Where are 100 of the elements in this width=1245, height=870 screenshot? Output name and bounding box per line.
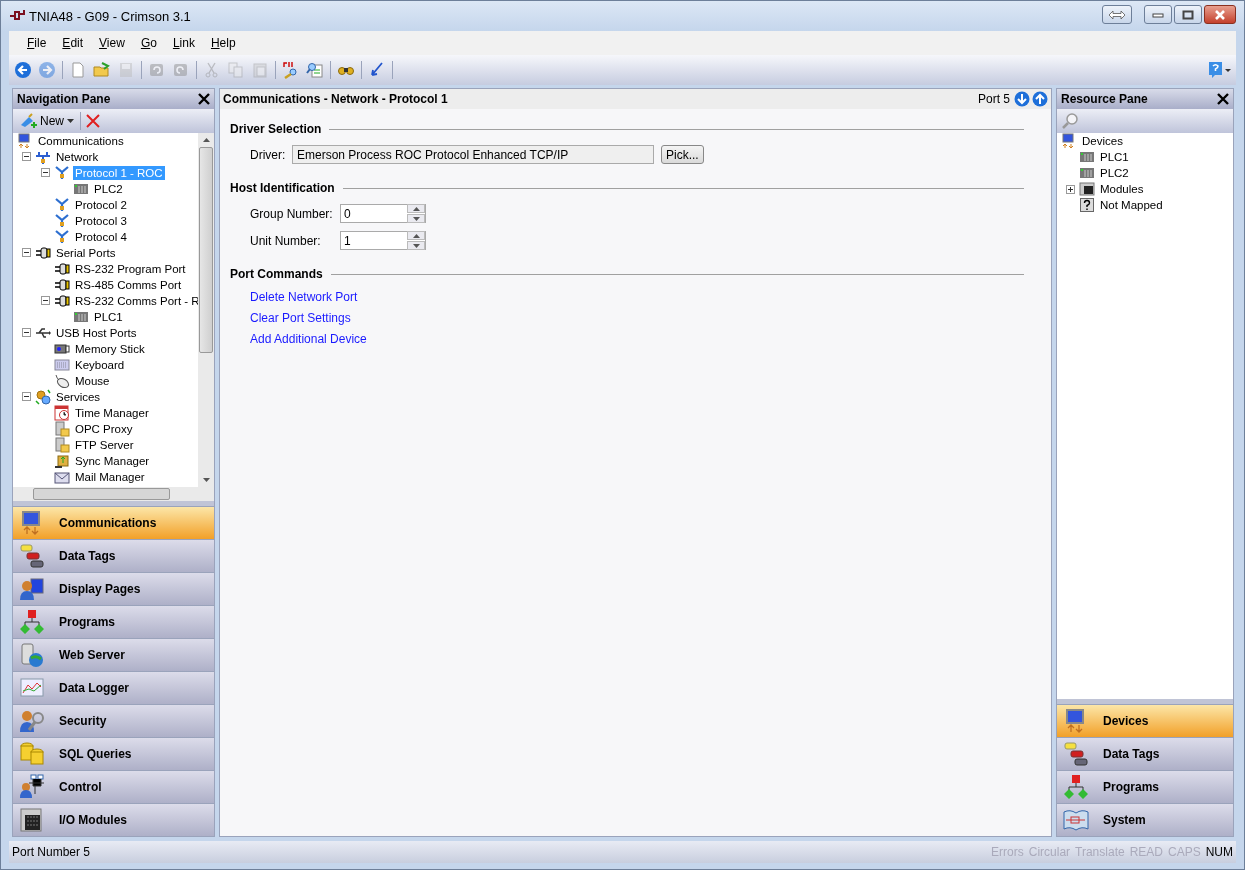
section-button[interactable]: Web Server [13, 638, 214, 671]
tree-item[interactable]: PLC2 [1098, 166, 1131, 180]
command-link[interactable]: Add Additional Device [250, 331, 367, 346]
collapse-icon[interactable] [22, 248, 31, 258]
delete-icon[interactable] [85, 112, 101, 129]
tree-item[interactable]: Network [54, 149, 101, 164]
section-button[interactable]: SQL Queries [13, 737, 214, 770]
menu-item[interactable]: File [19, 36, 55, 50]
command-link[interactable]: Delete Network Port [250, 289, 358, 304]
server-icon [54, 420, 70, 437]
vertical-scrollbar[interactable] [198, 132, 214, 488]
expand-icon[interactable] [1066, 184, 1075, 194]
breadcrumb: Communications - Network - Protocol 1 [223, 92, 448, 106]
find-icon[interactable] [306, 61, 324, 79]
book-icon [1063, 807, 1089, 833]
open-folder-icon[interactable] [93, 61, 111, 79]
serial-plug-icon [35, 244, 51, 261]
collapse-icon[interactable] [41, 296, 50, 306]
back-icon[interactable] [14, 61, 32, 79]
tree-item[interactable]: Time Manager [73, 405, 151, 420]
close-icon [1214, 9, 1226, 20]
menu-item[interactable]: Edit [54, 36, 92, 50]
tree-item[interactable]: Sync Manager [73, 453, 152, 468]
resize-button[interactable] [1102, 5, 1132, 24]
section-button[interactable]: I/O Modules [13, 803, 214, 836]
tree-item[interactable]: USB Host Ports [54, 325, 139, 340]
tree-item[interactable]: Communications [36, 133, 126, 148]
status-indicator: NUM [1205, 845, 1233, 859]
tree-item[interactable]: Keyboard [73, 357, 127, 372]
collapse-icon[interactable] [22, 328, 31, 338]
tree-item[interactable]: Mouse [73, 373, 112, 388]
tree-item[interactable]: Protocol 4 [73, 229, 129, 244]
close-icon[interactable] [1217, 93, 1229, 105]
person-screen-icon [19, 576, 45, 602]
search-icon[interactable] [1061, 112, 1079, 130]
tree-item[interactable]: Mail Manager [73, 469, 147, 484]
collapse-icon[interactable] [41, 168, 50, 178]
collapse-icon[interactable] [22, 392, 31, 402]
section-heading: Driver Selection [230, 122, 322, 136]
status-text: Port Number 5 [12, 845, 91, 859]
section-button[interactable]: Programs [1057, 770, 1233, 803]
tree-item[interactable]: RS-232 Program Port [73, 261, 188, 276]
maximize-button[interactable] [1174, 5, 1202, 24]
section-button[interactable]: Data Logger [13, 671, 214, 704]
section-button[interactable]: Devices [1057, 704, 1233, 737]
pane-title: Navigation Pane [17, 91, 111, 106]
scroll-down-icon[interactable] [202, 478, 210, 483]
menu-item[interactable]: Link [164, 36, 203, 50]
connector-icon [54, 164, 70, 181]
section-button[interactable]: System [1057, 803, 1233, 836]
menu-item[interactable]: View [91, 36, 133, 50]
section-button[interactable]: Communications [13, 506, 214, 539]
question-icon [1079, 197, 1095, 213]
section-button[interactable]: Data Tags [13, 539, 214, 572]
section-heading: Host Identification [230, 181, 335, 195]
horizontal-scrollbar[interactable] [13, 487, 214, 502]
up-arrow-icon[interactable] [1032, 91, 1048, 107]
scroll-up-icon[interactable] [202, 137, 210, 142]
section-button[interactable]: Display Pages [13, 572, 214, 605]
tree-item[interactable]: Serial Ports [54, 245, 118, 260]
module-icon [19, 807, 45, 833]
pick-button[interactable]: Pick... [661, 145, 704, 164]
number-spinner[interactable]: 1 [340, 231, 426, 250]
connector-icon [54, 228, 70, 245]
tree-item[interactable]: Protocol 3 [73, 213, 129, 228]
tree-item[interactable]: PLC2 [92, 181, 125, 196]
help-icon[interactable] [1208, 61, 1232, 79]
close-icon[interactable] [198, 92, 210, 105]
number-spinner[interactable]: 0 [340, 204, 426, 223]
server-globe-icon [19, 642, 45, 668]
find-all-icon[interactable] [282, 61, 300, 79]
serial-plug-icon [54, 292, 70, 309]
tree-item[interactable]: Protocol 2 [73, 197, 129, 212]
collapse-icon[interactable] [22, 152, 31, 162]
module-icon [1079, 181, 1095, 197]
down-arrow-icon[interactable] [1014, 91, 1030, 107]
tree-item[interactable]: Modules [1098, 182, 1146, 196]
section-button[interactable]: Security [13, 704, 214, 737]
tree-item[interactable]: FTP Server [73, 437, 136, 452]
menu-item[interactable]: Help [202, 36, 244, 50]
close-button[interactable] [1204, 5, 1236, 24]
connector-icon [54, 196, 70, 213]
database-icon [19, 741, 45, 767]
status-indicator: CAPS [1168, 845, 1201, 859]
section-button[interactable]: Data Tags [1057, 737, 1233, 770]
tree-item[interactable]: Services [54, 389, 103, 404]
minimize-button[interactable] [1144, 5, 1172, 24]
status-indicator: Errors [991, 845, 1024, 859]
tree-item[interactable]: PLC1 [1098, 150, 1131, 164]
tree-item[interactable]: Memory Stick [73, 341, 147, 356]
tree-item[interactable]: PLC1 [92, 309, 125, 324]
section-button[interactable]: Control [13, 770, 214, 803]
section-button[interactable]: Programs [13, 605, 214, 638]
menu-item[interactable]: Go [132, 36, 165, 50]
tree-item[interactable]: OPC Proxy [73, 421, 135, 436]
command-link[interactable]: Clear Port Settings [250, 310, 351, 325]
tree-item[interactable]: Not Mapped [1098, 198, 1165, 212]
tree-item[interactable]: Devices [1080, 134, 1125, 148]
tree-item[interactable]: RS-485 Comms Port [73, 277, 184, 292]
driver-field[interactable]: Emerson Process ROC Protocol Enhanced TCP/IP [292, 145, 654, 164]
